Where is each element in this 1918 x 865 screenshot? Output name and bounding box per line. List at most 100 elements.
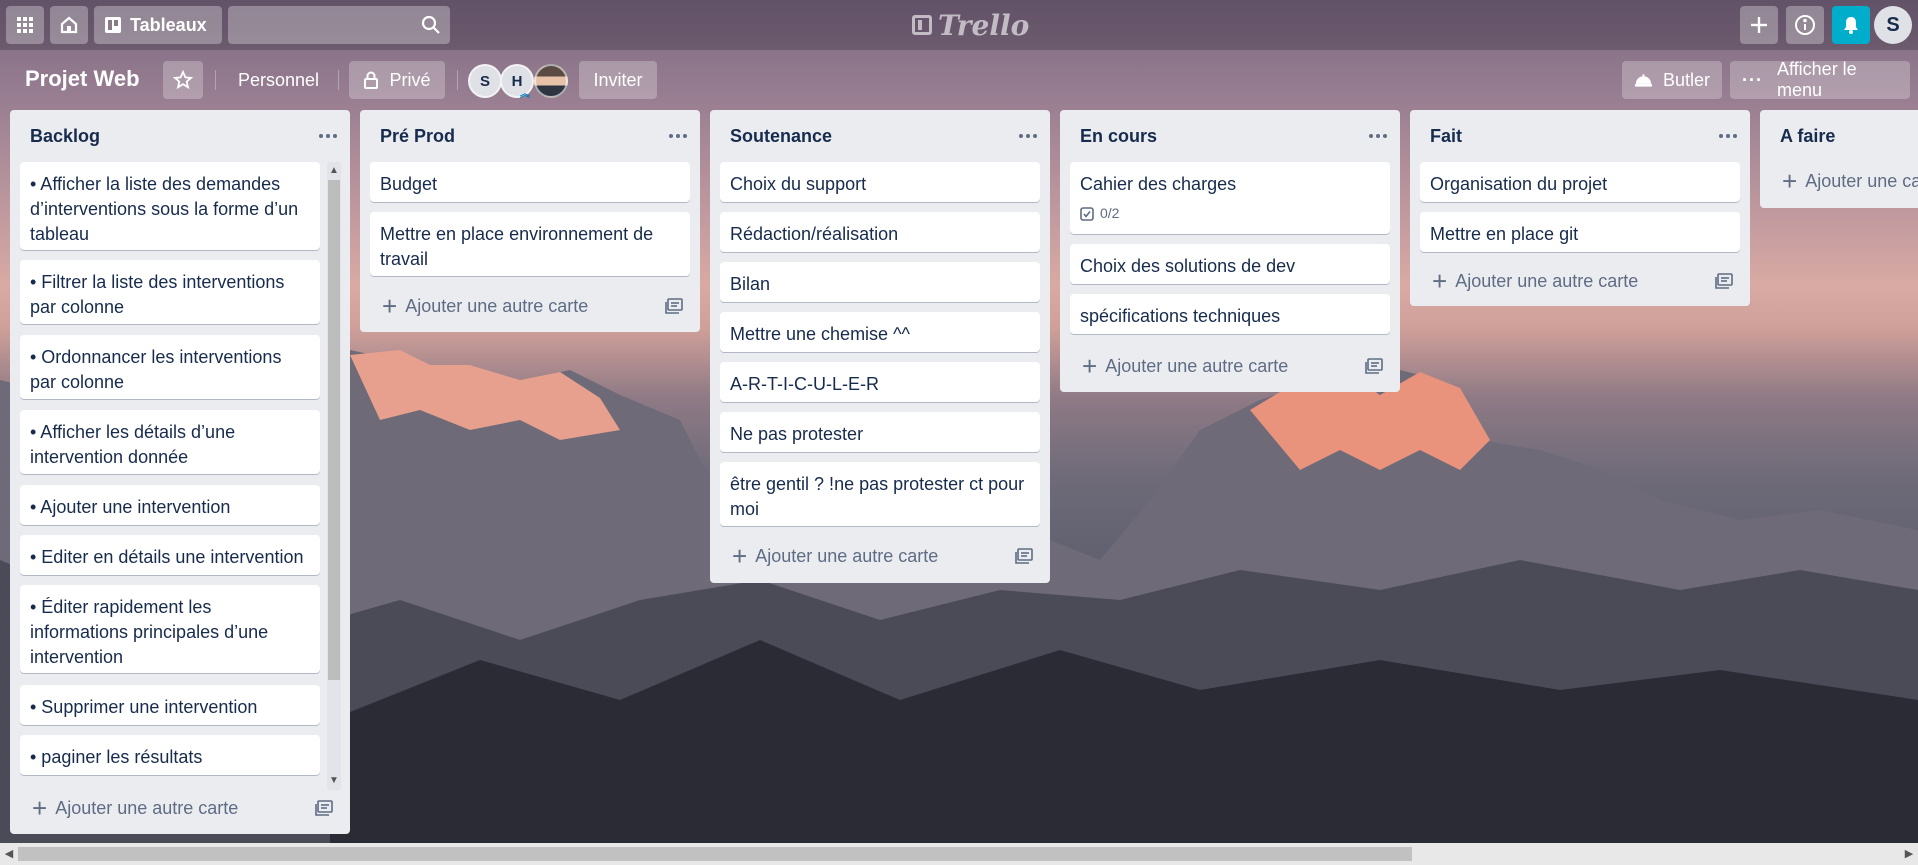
card[interactable]: Mettre en place environnement de travail bbox=[370, 212, 690, 276]
scroll-down-icon[interactable]: ▼ bbox=[328, 774, 340, 788]
visibility-label: Privé bbox=[389, 69, 431, 90]
visibility-button[interactable]: Privé bbox=[349, 61, 445, 99]
trello-logo-icon bbox=[912, 15, 932, 35]
card[interactable]: A-R-T-I-C-U-L-E-R bbox=[720, 362, 1040, 402]
bell-icon bbox=[1844, 17, 1858, 34]
card[interactable]: Choix des solutions de dev bbox=[1070, 244, 1390, 284]
card-template-icon[interactable] bbox=[1015, 548, 1033, 564]
show-menu-label: Afficher le menu bbox=[1776, 59, 1857, 100]
grid-icon bbox=[17, 17, 33, 33]
scroll-up-icon[interactable]: ▲ bbox=[328, 164, 340, 178]
card[interactable]: Budget bbox=[370, 162, 690, 202]
checklist-count: 0/2 bbox=[1100, 205, 1120, 221]
card[interactable]: • paginer les résultats bbox=[20, 735, 320, 775]
trello-logo[interactable]: Trello bbox=[912, 8, 1029, 42]
info-icon bbox=[1795, 15, 1815, 35]
list-backlog: Backlog • Afficher la liste des demandes… bbox=[10, 110, 350, 834]
scrollbar-thumb[interactable] bbox=[328, 180, 340, 680]
board-title[interactable]: Projet Web bbox=[25, 66, 140, 92]
list-title[interactable]: En cours bbox=[1080, 126, 1157, 147]
scroll-right-icon[interactable]: ▶ bbox=[1902, 846, 1916, 862]
create-button[interactable] bbox=[1740, 6, 1778, 44]
board-header: Projet Web Personnel Privé S H ︽ Inviter… bbox=[0, 50, 1918, 110]
list-en-cours: En cours Cahier des charges 0/2 Choix de… bbox=[1060, 110, 1400, 392]
card-title: Cahier des charges bbox=[1080, 174, 1237, 194]
card[interactable]: • Éditer rapidement les informations pri… bbox=[20, 585, 320, 673]
list-menu-button[interactable] bbox=[1016, 124, 1040, 148]
add-card-button[interactable]: + Ajouter une autre carte bbox=[382, 291, 588, 321]
invite-button[interactable]: Inviter bbox=[579, 61, 657, 99]
add-card-label: Ajouter une autre carte bbox=[1455, 270, 1639, 291]
list-menu-button[interactable] bbox=[316, 124, 340, 148]
card[interactable]: spécifications techniques bbox=[1070, 294, 1390, 334]
user-avatar[interactable]: S bbox=[1874, 6, 1912, 44]
card[interactable]: Ne pas protester bbox=[720, 412, 1040, 452]
boards-button[interactable]: Tableaux bbox=[94, 6, 222, 44]
list-title[interactable]: Fait bbox=[1430, 126, 1462, 147]
list-fait: Fait Organisation du projet Mettre en pl… bbox=[1410, 110, 1750, 306]
scroll-left-icon[interactable]: ◀ bbox=[2, 846, 16, 862]
member-avatar[interactable]: S bbox=[468, 64, 502, 98]
home-button[interactable] bbox=[50, 6, 88, 44]
card[interactable]: • Ajouter une intervention bbox=[20, 485, 320, 525]
card[interactable]: • Ordonnancer les interventions par colo… bbox=[20, 335, 320, 399]
backlog-scrollbar[interactable]: ▲ ▼ bbox=[327, 162, 341, 790]
card[interactable]: • Filtrer la liste des interventions par… bbox=[20, 260, 320, 324]
butler-button[interactable]: Butler bbox=[1622, 61, 1722, 99]
list-a-faire: A faire + Ajouter une ca bbox=[1760, 110, 1918, 208]
board-horizontal-scrollbar[interactable]: ◀ ▶ bbox=[0, 843, 1918, 865]
card-template-icon[interactable] bbox=[315, 800, 333, 816]
card[interactable]: • Afficher les détails d’une interventio… bbox=[20, 410, 320, 474]
list-title[interactable]: A faire bbox=[1780, 126, 1835, 147]
add-card-label: Ajouter une autre carte bbox=[1105, 355, 1289, 376]
team-button[interactable]: Personnel bbox=[224, 61, 333, 99]
top-bar: Tableaux Trello S bbox=[0, 0, 1918, 50]
card[interactable]: • Afficher la liste des demandes d’inter… bbox=[20, 162, 320, 250]
card-template-icon[interactable] bbox=[665, 298, 683, 314]
star-icon bbox=[173, 70, 193, 90]
list-menu-button[interactable] bbox=[666, 124, 690, 148]
card[interactable]: • Supprimer une intervention bbox=[20, 685, 320, 725]
list-title[interactable]: Soutenance bbox=[730, 126, 832, 147]
card[interactable]: Choix du support bbox=[720, 162, 1040, 202]
butler-icon bbox=[1634, 74, 1653, 87]
add-card-button[interactable]: + Ajouter une ca bbox=[1782, 166, 1918, 196]
card-template-icon[interactable] bbox=[1365, 358, 1383, 374]
card[interactable]: Rédaction/réalisation bbox=[720, 212, 1040, 252]
card[interactable]: Cahier des charges 0/2 bbox=[1070, 162, 1390, 234]
card[interactable]: Organisation du projet bbox=[1420, 162, 1740, 202]
add-card-button[interactable]: + Ajouter une autre carte bbox=[32, 793, 238, 823]
lock-icon bbox=[364, 71, 379, 89]
card[interactable]: Bilan bbox=[720, 262, 1040, 302]
star-button[interactable] bbox=[163, 61, 203, 99]
board-icon bbox=[105, 17, 121, 33]
list-menu-button[interactable] bbox=[1716, 124, 1740, 148]
notifications-button[interactable] bbox=[1832, 6, 1870, 44]
card[interactable]: être gentil ? !ne pas protester ct pour … bbox=[720, 462, 1040, 526]
plus-icon: + bbox=[1432, 266, 1448, 296]
scrollbar-thumb[interactable] bbox=[18, 847, 1412, 861]
home-icon bbox=[60, 16, 78, 34]
add-card-button[interactable]: + Ajouter une autre carte bbox=[1432, 266, 1638, 296]
apps-grid-button[interactable] bbox=[6, 6, 44, 44]
header-separator bbox=[215, 70, 216, 90]
add-card-label: Ajouter une autre carte bbox=[755, 545, 939, 566]
card[interactable]: Mettre en place git bbox=[1420, 212, 1740, 252]
plus-icon: + bbox=[382, 291, 398, 321]
add-card-button[interactable]: + Ajouter une autre carte bbox=[1082, 351, 1288, 381]
add-card-button[interactable]: + Ajouter une autre carte bbox=[732, 541, 938, 571]
card-template-icon[interactable] bbox=[1715, 273, 1733, 289]
more-icon: ··· bbox=[1742, 69, 1763, 90]
list-title[interactable]: Pré Prod bbox=[380, 126, 455, 147]
show-menu-button[interactable]: ··· Afficher le menu bbox=[1730, 59, 1910, 100]
card[interactable]: • Editer en détails une intervention bbox=[20, 535, 320, 575]
header-separator bbox=[457, 70, 458, 90]
info-button[interactable] bbox=[1786, 6, 1824, 44]
list-menu-button[interactable] bbox=[1366, 124, 1390, 148]
member-avatar-admin[interactable]: H ︽ bbox=[500, 64, 534, 100]
member-photo-avatar[interactable] bbox=[534, 64, 568, 98]
add-card-label: Ajouter une ca bbox=[1805, 170, 1918, 191]
search-input[interactable] bbox=[228, 6, 450, 44]
list-title[interactable]: Backlog bbox=[30, 126, 100, 147]
card[interactable]: Mettre une chemise ^^ bbox=[720, 312, 1040, 352]
